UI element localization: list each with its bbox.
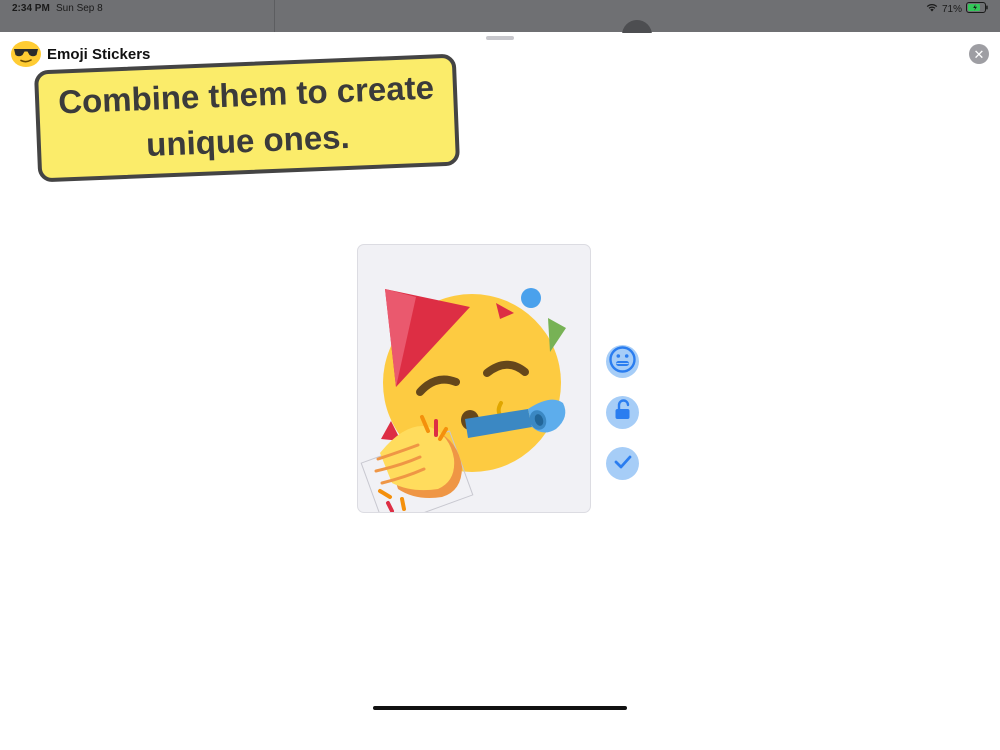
tutorial-callout: Combine them to create unique ones.	[33, 53, 461, 183]
close-icon: ✕	[973, 46, 985, 62]
wifi-icon	[926, 3, 938, 15]
emoji-picker-button[interactable]	[606, 345, 639, 378]
close-button[interactable]: ✕	[969, 44, 989, 64]
grimacing-face-icon	[606, 343, 639, 381]
confirm-button[interactable]	[606, 447, 639, 480]
status-indicators: 71%	[926, 2, 988, 16]
background-divider	[274, 0, 275, 32]
status-date: Sun Sep 8	[56, 3, 103, 14]
unlock-button[interactable]	[606, 396, 639, 429]
sticker-canvas[interactable]	[357, 244, 591, 513]
sheet-grabber[interactable]	[486, 36, 514, 40]
status-time: 2:34 PM	[12, 3, 50, 14]
app-title: Emoji Stickers	[47, 46, 151, 63]
battery-percentage: 71%	[941, 3, 962, 15]
sunglasses-emoji-icon	[11, 41, 41, 67]
status-bar: 2:34 PM Sun Sep 8 71%	[0, 0, 1000, 50]
battery-icon	[966, 2, 988, 16]
callout-text: Combine them to create unique ones.	[57, 68, 435, 164]
checkmark-icon	[606, 445, 639, 483]
home-indicator[interactable]	[373, 706, 627, 710]
unlock-icon	[606, 394, 639, 432]
